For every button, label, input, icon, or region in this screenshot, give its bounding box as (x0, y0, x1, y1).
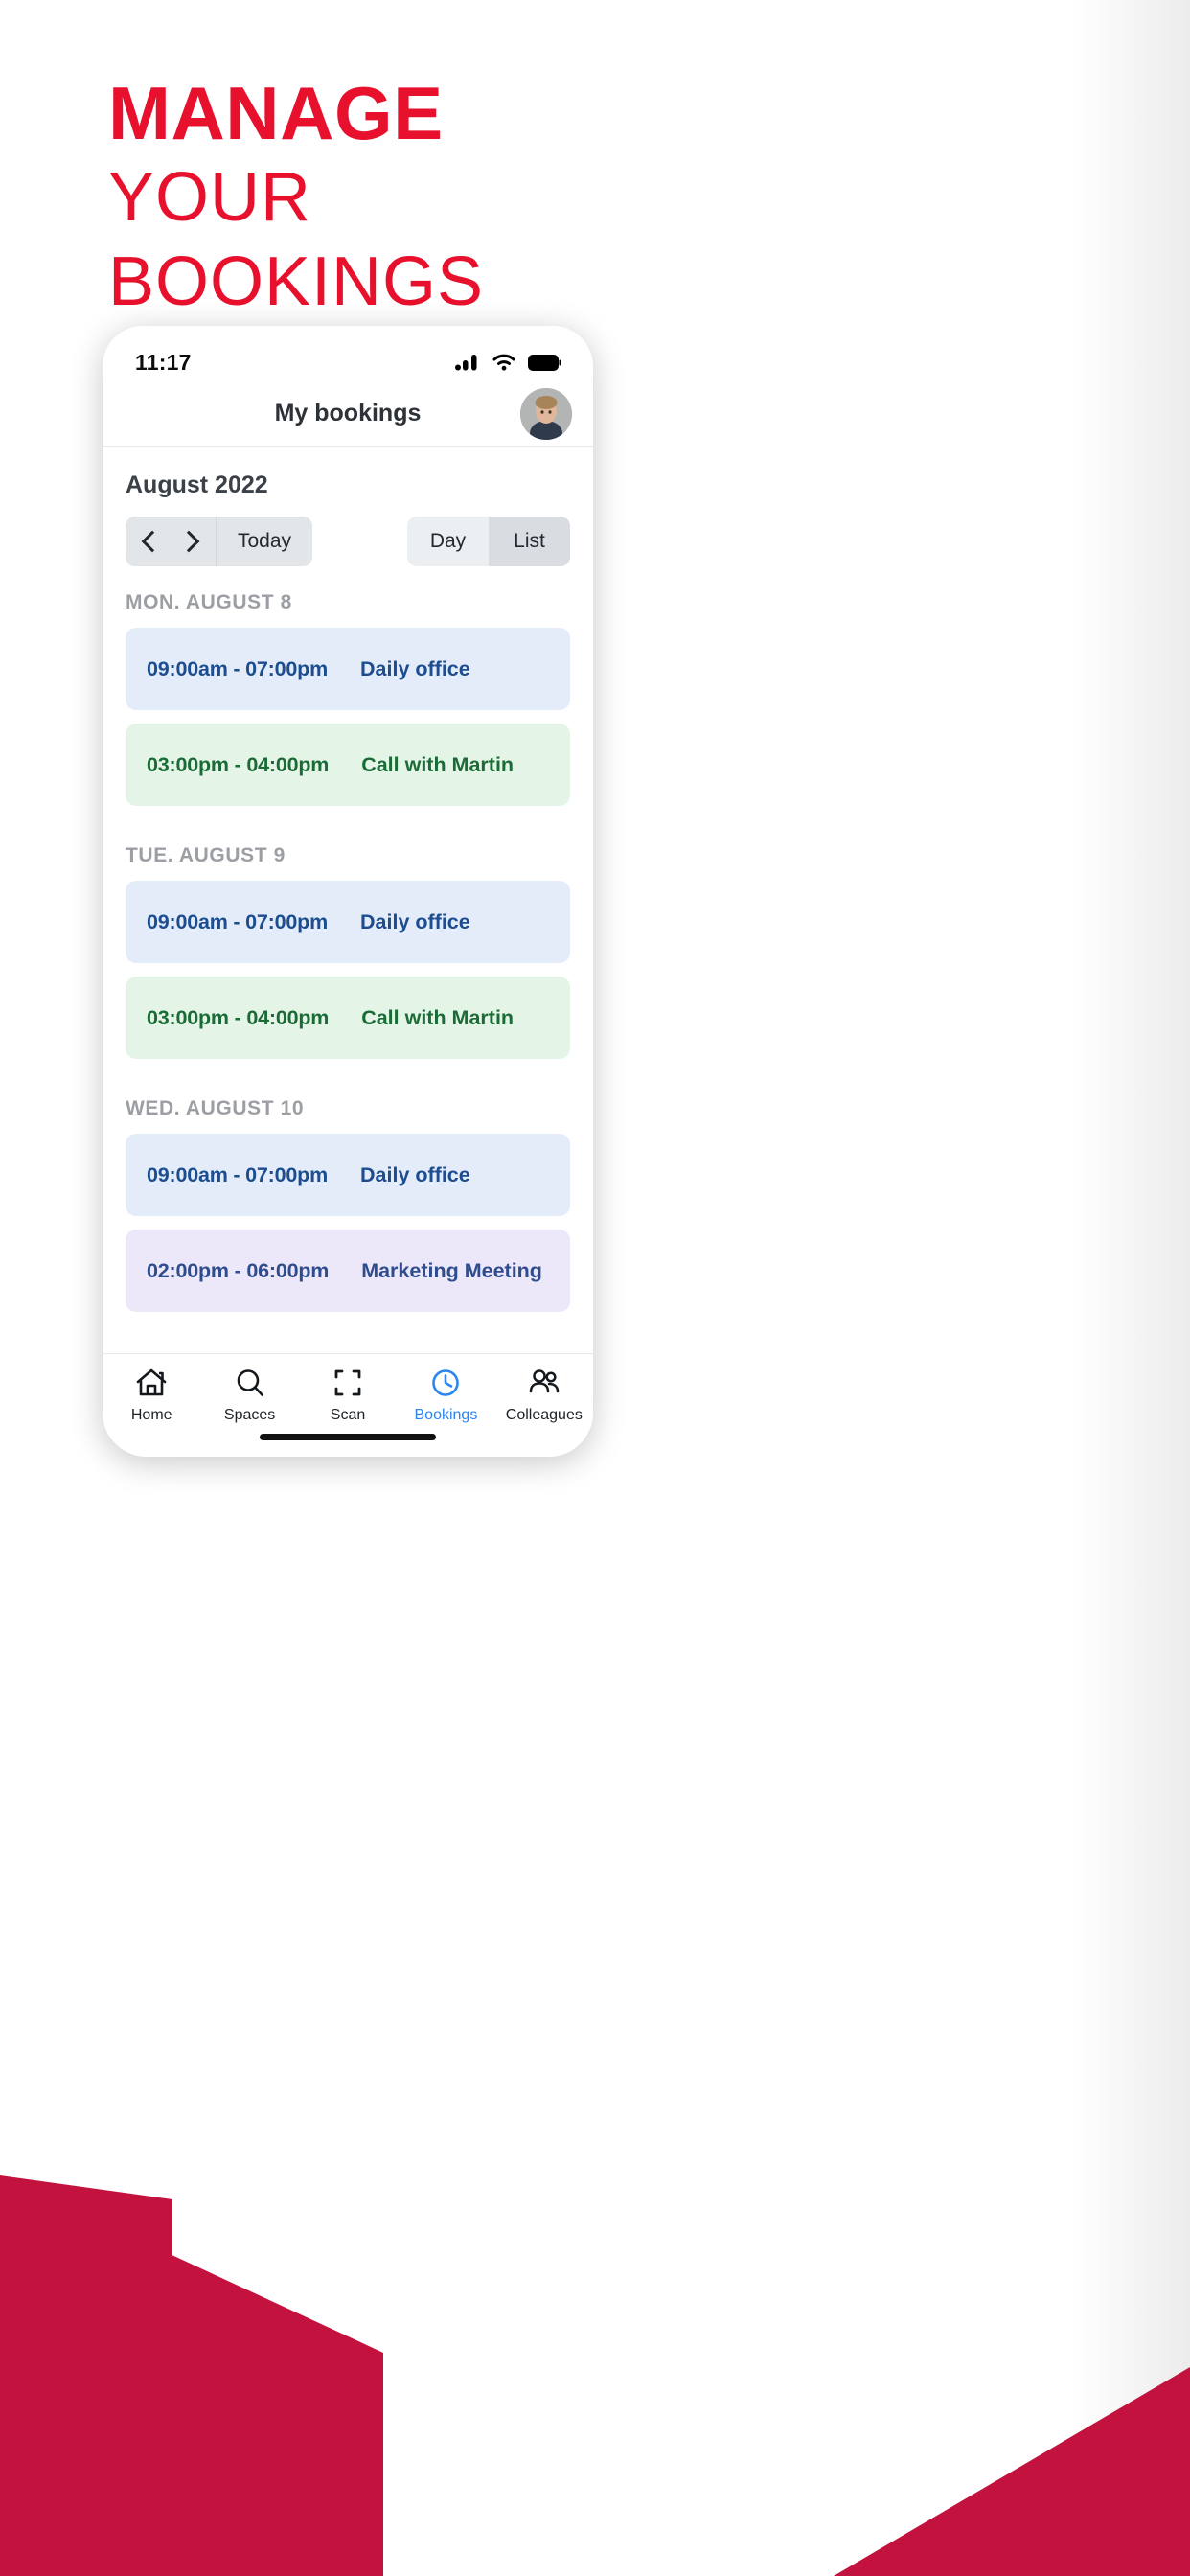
view-mode-toggle: Day List (407, 517, 570, 566)
tab-home[interactable]: Home (103, 1368, 200, 1424)
search-icon (237, 1369, 263, 1396)
booking-card[interactable]: 09:00am - 07:00pm Daily office (126, 1134, 570, 1216)
chevron-right-icon[interactable] (177, 530, 200, 553)
avatar-image (520, 387, 572, 440)
booking-card[interactable]: 02:00pm - 06:00pm Marketing Meeting (126, 1230, 570, 1312)
booking-card[interactable]: 09:00am - 07:00pm Daily office (126, 628, 570, 710)
status-time: 11:17 (135, 349, 192, 375)
headline-line-2: YOUR (108, 159, 312, 236)
clock-icon (432, 1369, 460, 1396)
booking-title: Call with Martin (361, 1005, 515, 1029)
status-icons (455, 354, 561, 371)
headline-line-1: MANAGE (108, 71, 444, 155)
booking-title: Daily office (360, 909, 470, 933)
tab-bookings[interactable]: Bookings (397, 1368, 494, 1424)
wifi-icon (492, 354, 515, 371)
booking-card[interactable]: 03:00pm - 04:00pm Call with Martin (126, 724, 570, 806)
home-indicator[interactable] (260, 1434, 436, 1440)
bookings-content: August 2022 Today Day List MON. AUGUST 8… (103, 447, 593, 1353)
booking-title: Daily office (360, 656, 470, 680)
booking-time: 02:00pm - 06:00pm (147, 1258, 330, 1282)
tab-label: Colleagues (505, 1407, 583, 1423)
day-header: WED. AUGUST 10 (126, 1097, 305, 1119)
app-header: My bookings (103, 381, 593, 447)
booking-time: 09:00am - 07:00pm (147, 1162, 329, 1186)
cellular-signal-icon (455, 355, 477, 371)
chevron-left-icon[interactable] (141, 530, 164, 553)
day-header: TUE. AUGUST 9 (126, 844, 286, 866)
people-icon (529, 1369, 560, 1393)
tab-label: Spaces (223, 1407, 276, 1423)
avatar[interactable] (520, 387, 572, 440)
booking-card[interactable]: 03:00pm - 04:00pm Call with Martin (126, 977, 570, 1059)
today-button[interactable]: Today (217, 517, 313, 566)
tab-colleagues[interactable]: Colleagues (495, 1368, 593, 1424)
month-row: August 2022 (103, 447, 593, 499)
day-group: TUE. AUGUST 9 09:00am - 07:00pm Daily of… (103, 819, 593, 1059)
booking-time: 03:00pm - 04:00pm (147, 752, 330, 776)
bottom-tab-bar: Home Spaces Scan Bookings Colleagues (103, 1353, 593, 1457)
calendar-toolbar: Today Day List (103, 499, 593, 566)
tab-label: Scan (330, 1407, 366, 1423)
tab-list[interactable]: List (489, 517, 570, 566)
date-nav-group: Today (126, 517, 313, 566)
scan-icon (334, 1369, 361, 1396)
booking-title: Call with Martin (361, 752, 515, 776)
page-title: My bookings (274, 400, 422, 426)
tab-label: Home (130, 1407, 172, 1423)
phone-mockup: 11:17 My bookings August 2022 Today Day … (103, 326, 593, 1457)
month-label: August 2022 (126, 472, 268, 498)
booking-title: Daily office (360, 1162, 470, 1186)
tab-scan[interactable]: Scan (299, 1368, 397, 1424)
day-group: WED. AUGUST 10 09:00am - 07:00pm Daily o… (103, 1072, 593, 1312)
promo-headline: MANAGE YOUR BOOKINGS (108, 71, 485, 320)
booking-title: Marketing Meeting (361, 1258, 542, 1282)
status-bar: 11:17 (103, 326, 593, 381)
home-icon (136, 1368, 167, 1396)
tab-label: Bookings (414, 1407, 478, 1423)
tab-day[interactable]: Day (407, 517, 489, 566)
tab-spaces[interactable]: Spaces (200, 1368, 298, 1424)
battery-icon (528, 354, 561, 371)
headline-line-3: BOOKINGS (108, 243, 485, 320)
booking-time: 03:00pm - 04:00pm (147, 1005, 330, 1029)
day-group: MON. AUGUST 8 09:00am - 07:00pm Daily of… (103, 566, 593, 806)
booking-time: 09:00am - 07:00pm (147, 656, 329, 680)
date-arrows (126, 517, 216, 566)
booking-time: 09:00am - 07:00pm (147, 909, 329, 933)
day-header: MON. AUGUST 8 (126, 591, 292, 613)
booking-card[interactable]: 09:00am - 07:00pm Daily office (126, 881, 570, 963)
